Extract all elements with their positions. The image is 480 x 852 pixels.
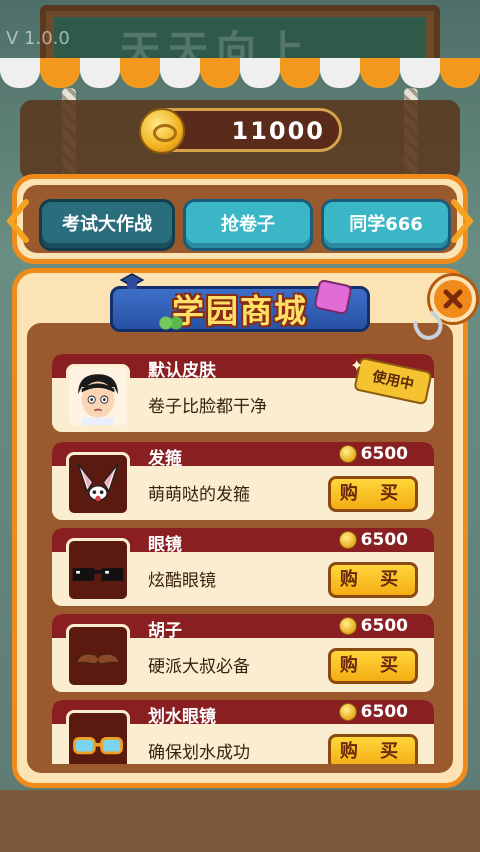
item-name: 胡子 — [148, 621, 182, 641]
sparkle-icon: ✦ — [350, 356, 364, 375]
arrow-left-icon[interactable] — [4, 198, 30, 244]
gems-icon — [158, 314, 184, 332]
bunny-ears-icon — [66, 452, 130, 516]
shop-item-default-skin: 默认皮肤 卷子比脸都干净 使用中 ✦ — [52, 354, 434, 432]
shop-item-headband: 发箍 6500 萌萌哒的发箍 购 买 — [52, 442, 434, 520]
tab-grab-papers[interactable]: 抢卷子 — [183, 199, 313, 251]
in-use-badge: 使用中 ✦ — [350, 356, 434, 406]
buy-button[interactable]: 购 买 — [328, 562, 418, 598]
buy-button[interactable]: 购 买 — [328, 476, 418, 512]
item-description: 确保划水成功 — [148, 743, 250, 763]
item-name: 眼镜 — [148, 535, 182, 555]
item-price: 6500 — [338, 616, 408, 636]
floor — [0, 790, 480, 852]
coin-icon — [338, 445, 357, 463]
item-price: 6500 — [338, 444, 408, 464]
shop-item-glasses: 眼镜 6500 炫酷眼镜 购 买 — [52, 528, 434, 606]
shop-item-mustache: 胡子 6500 硬派大叔必备 购 买 — [52, 614, 434, 692]
item-price: 6500 — [338, 530, 408, 550]
mustache-icon — [66, 624, 130, 688]
item-price: 6500 — [338, 702, 408, 722]
item-name: 发箍 — [148, 449, 182, 469]
buy-button[interactable]: 购 买 — [328, 734, 418, 764]
version-label: V 1.0.0 — [6, 28, 70, 49]
buy-button[interactable]: 购 买 — [328, 648, 418, 684]
tab-exam-battle[interactable]: 考试大作战 — [39, 199, 175, 251]
goggles-icon — [66, 710, 130, 764]
coin-icon — [338, 617, 357, 635]
coin-icon — [338, 531, 357, 549]
sunglasses-icon — [66, 538, 130, 602]
coin-balance: 11000 — [139, 108, 342, 154]
shop-item-swim-goggles: 划水眼镜 6500 确保划水成功 购 买 — [52, 700, 434, 764]
coin-amount: 11000 — [231, 117, 325, 145]
coin-icon — [338, 703, 357, 721]
shop-title-banner: 学园商城 — [110, 272, 370, 336]
arrow-right-icon[interactable] — [450, 198, 476, 244]
item-description: 萌萌哒的发箍 — [148, 485, 250, 505]
student-face-icon — [66, 364, 130, 428]
tab-classmate-666[interactable]: 同学666 — [321, 199, 451, 251]
coin-icon — [139, 108, 185, 154]
item-description: 炫酷眼镜 — [148, 571, 216, 591]
tab-strip: 考试大作战 抢卷子 同学666 — [12, 174, 468, 264]
item-name: 划水眼镜 — [148, 707, 216, 727]
item-description: 卷子比脸都干净 — [148, 397, 267, 417]
close-icon — [443, 289, 463, 309]
item-description: 硬派大叔必备 — [148, 657, 250, 677]
item-name: 默认皮肤 — [148, 361, 216, 381]
